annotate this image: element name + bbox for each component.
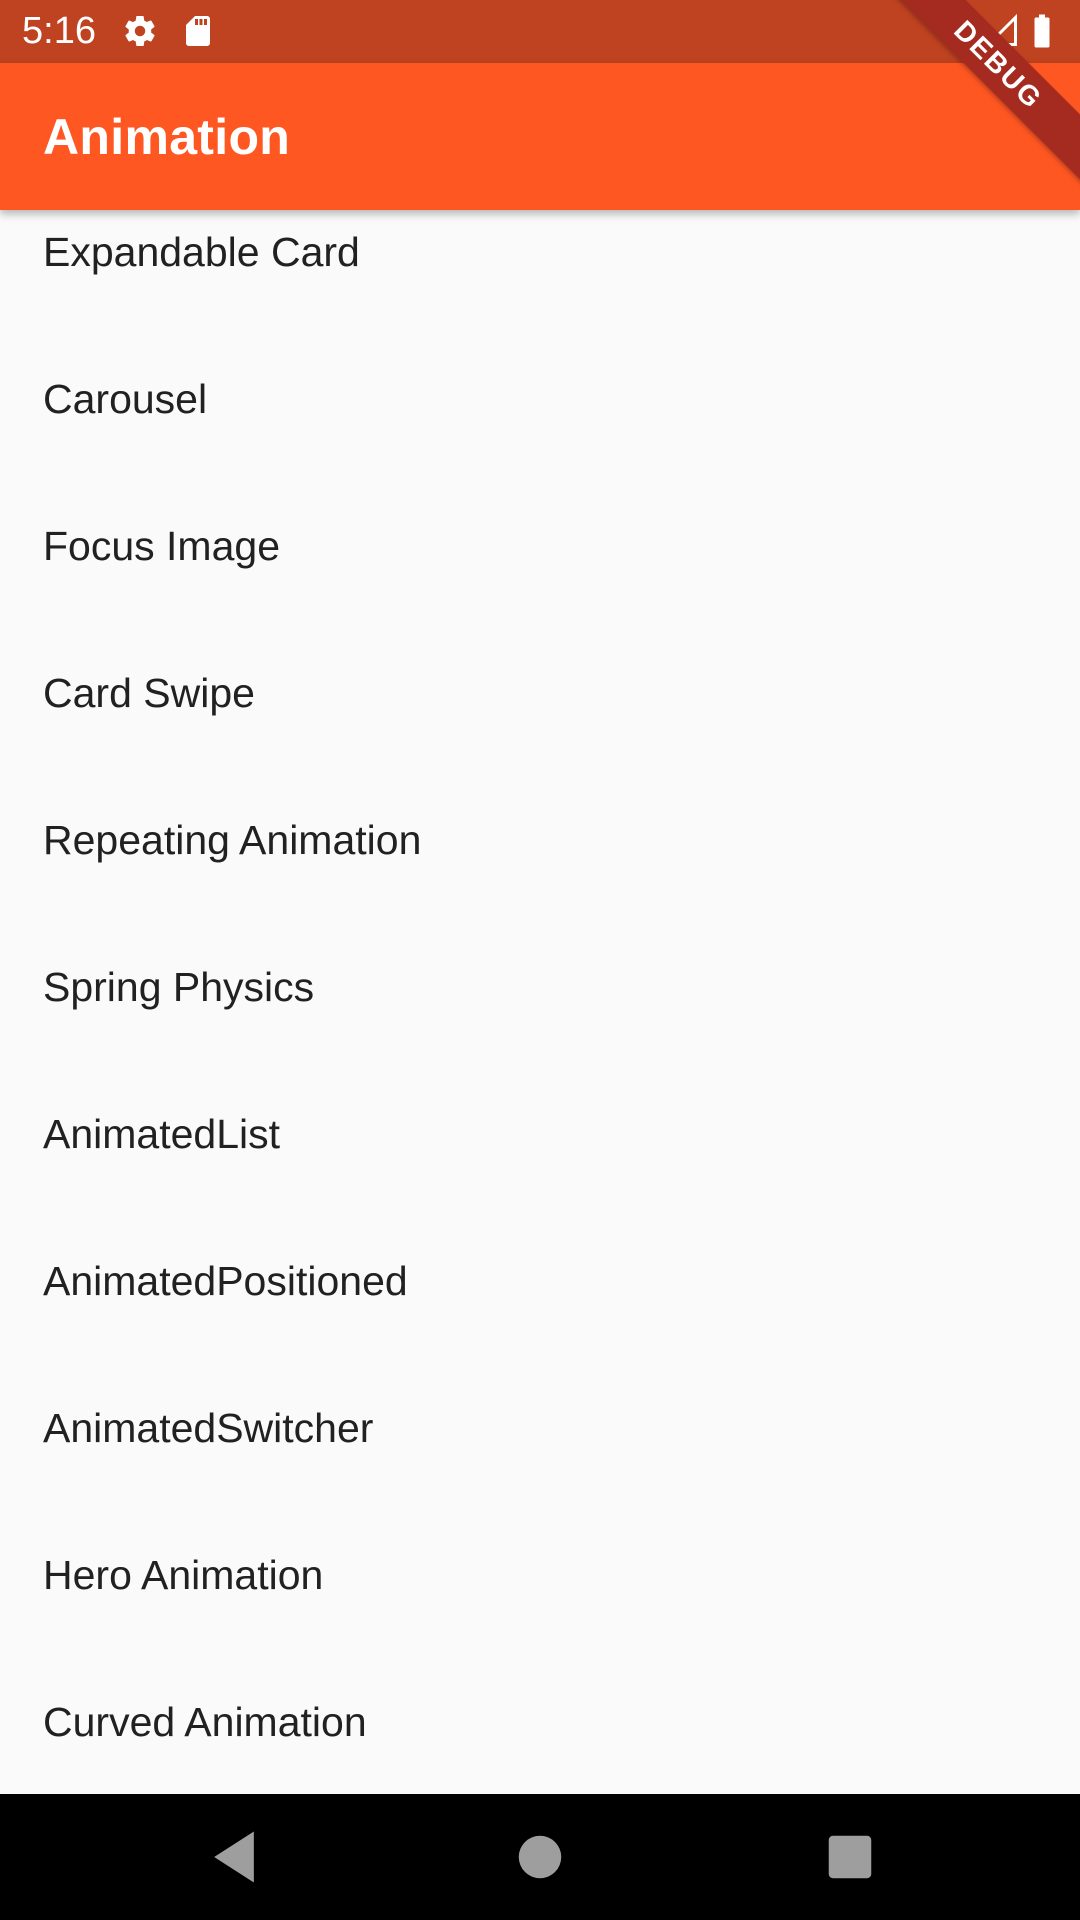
demo-list: Expandable Card Carousel Focus Image Car… xyxy=(0,210,1080,1794)
list-item-label: Hero Animation xyxy=(43,1552,324,1598)
list-item-focus-image[interactable]: Focus Image xyxy=(0,521,1080,668)
list-item-repeating-animation[interactable]: Repeating Animation xyxy=(0,815,1080,962)
list-item-animated-positioned[interactable]: AnimatedPositioned xyxy=(0,1256,1080,1403)
list-item-animated-switcher[interactable]: AnimatedSwitcher xyxy=(0,1403,1080,1550)
list-item-label: Spring Physics xyxy=(43,964,315,1010)
navigation-bar xyxy=(0,1794,1080,1920)
list-item-label: AnimatedList xyxy=(43,1111,281,1157)
list-item-label: Carousel xyxy=(43,376,208,422)
list-item-expandable-card[interactable]: Expandable Card xyxy=(0,227,1080,374)
list-item-hero-animation[interactable]: Hero Animation xyxy=(0,1550,1080,1697)
list-item-animated-list[interactable]: AnimatedList xyxy=(0,1109,1080,1256)
settings-icon xyxy=(122,13,158,49)
status-time: 5:16 xyxy=(22,10,96,52)
list-item-spring-physics[interactable]: Spring Physics xyxy=(0,962,1080,1109)
list-item-label: Card Swipe xyxy=(43,670,255,716)
list-item-carousel[interactable]: Carousel xyxy=(0,374,1080,521)
list-item-label: Expandable Card xyxy=(43,229,360,275)
battery-icon xyxy=(1030,13,1054,49)
app-bar-title: Animation xyxy=(43,109,291,165)
home-icon[interactable] xyxy=(506,1823,574,1891)
list-item-card-swipe[interactable]: Card Swipe xyxy=(0,668,1080,815)
back-icon[interactable] xyxy=(200,1823,268,1891)
list-item-label: AnimatedSwitcher xyxy=(43,1405,374,1451)
list-item-curved-animation[interactable]: Curved Animation xyxy=(0,1697,1080,1794)
sd-card-icon xyxy=(180,13,216,49)
app-bar: Animation xyxy=(0,63,1080,210)
list-item-label: Repeating Animation xyxy=(43,817,422,863)
recents-icon[interactable] xyxy=(816,1823,884,1891)
screen: 5:16 Animation DEBUG Expandable Card Car… xyxy=(0,0,1080,1920)
list-item-label: Curved Animation xyxy=(43,1699,367,1745)
list-item-label: AnimatedPositioned xyxy=(43,1258,408,1304)
list-item-label: Focus Image xyxy=(43,523,280,569)
